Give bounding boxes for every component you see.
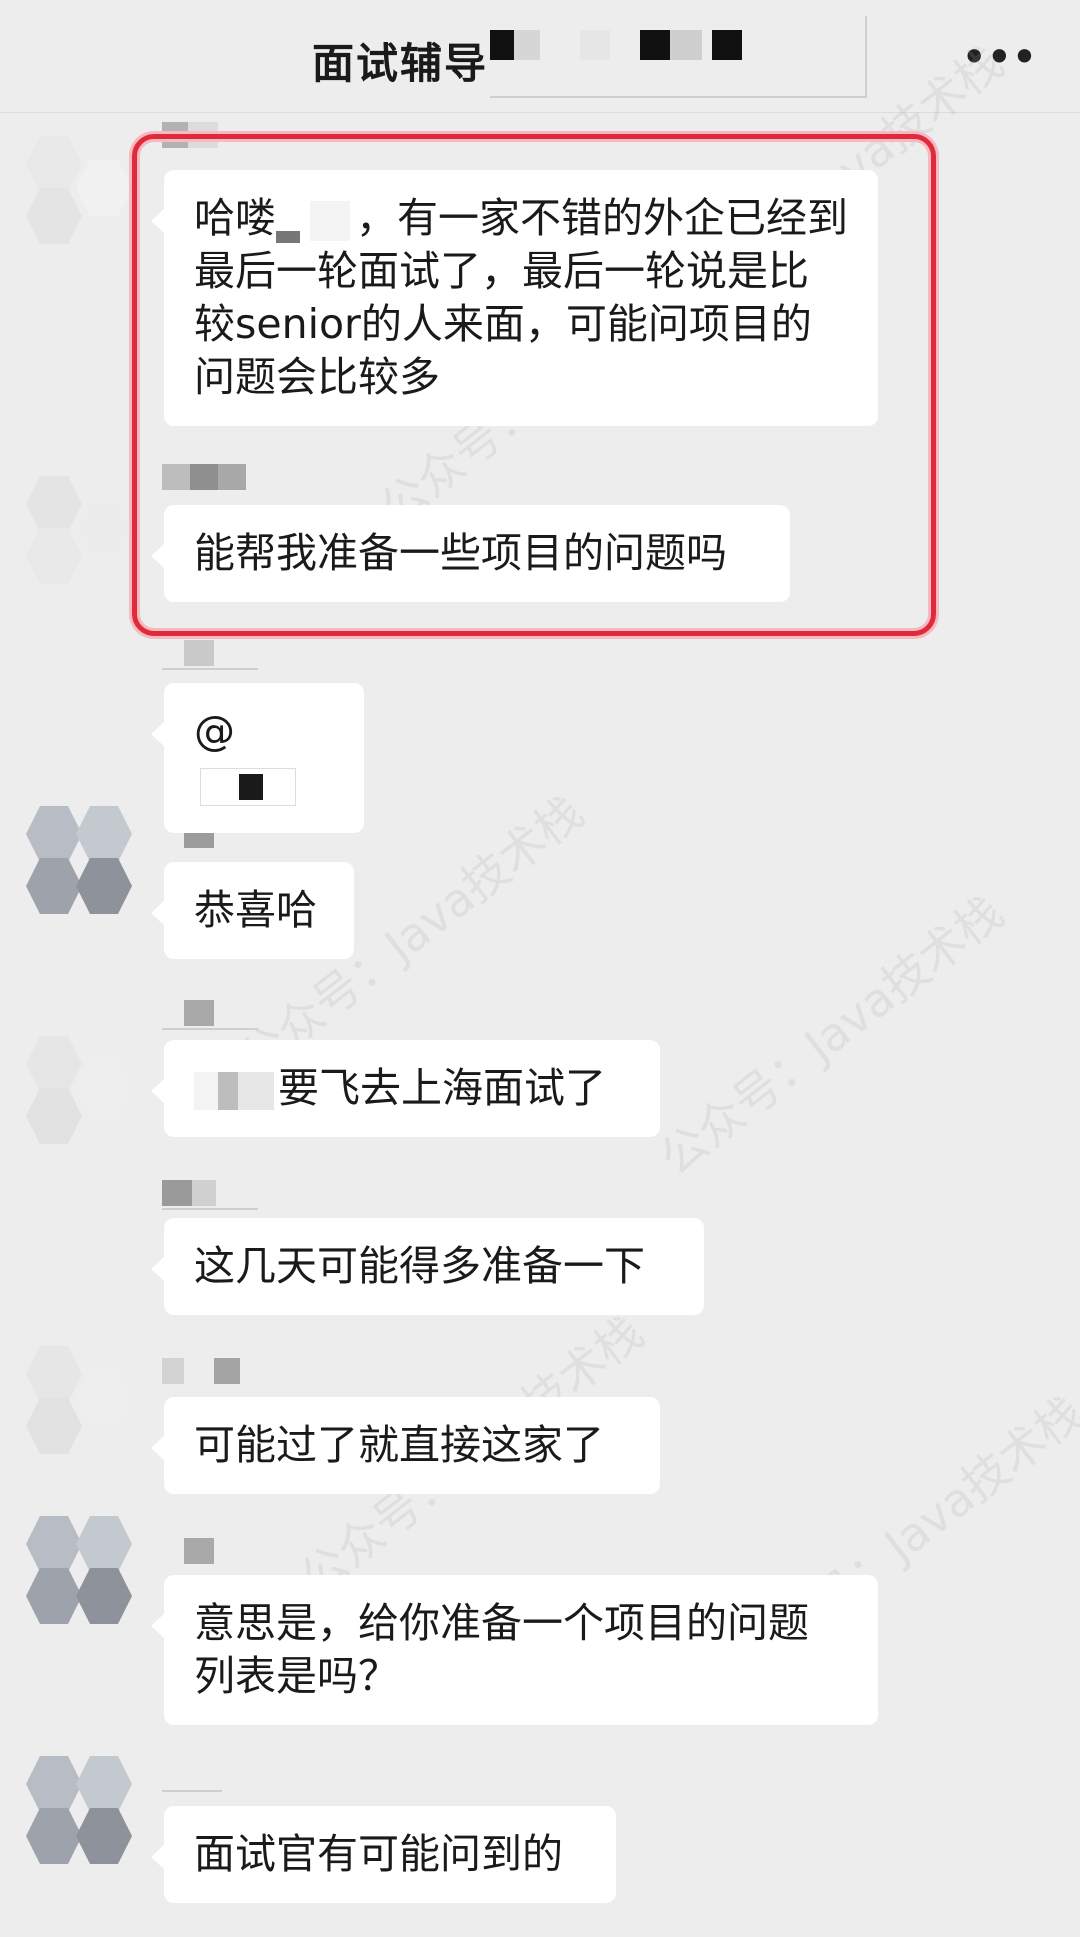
sender-name bbox=[162, 1358, 258, 1384]
sender-name bbox=[162, 640, 258, 670]
message-text: 意思是，给你准备一个项目的问题列表是吗？ bbox=[194, 1599, 809, 1700]
avatar[interactable] bbox=[18, 1750, 138, 1870]
message-bubble[interactable]: 要飞去上海面试了 bbox=[151, 1040, 660, 1137]
message-bubble[interactable]: 这几天可能得多准备一下 bbox=[151, 1218, 704, 1315]
avatar[interactable] bbox=[18, 1340, 138, 1460]
sender-name bbox=[162, 1000, 258, 1030]
message-text: 要飞去上海面试了 bbox=[278, 1064, 606, 1112]
avatar[interactable] bbox=[18, 470, 138, 590]
chat-title: 面试辅导 bbox=[312, 39, 489, 88]
message-text: @ bbox=[194, 707, 235, 755]
avatar[interactable] bbox=[18, 1030, 138, 1150]
redacted-mention bbox=[200, 768, 296, 806]
redacted-title-suffix bbox=[490, 16, 867, 98]
header-divider bbox=[0, 112, 1080, 113]
sender-name bbox=[162, 1762, 222, 1792]
highlight-frame bbox=[132, 134, 936, 636]
message-text: 可能过了就直接这家了 bbox=[194, 1421, 604, 1469]
more-dots-icon[interactable]: ••• bbox=[961, 30, 1038, 84]
message-bubble[interactable]: 恭喜哈 bbox=[151, 862, 354, 959]
avatar[interactable] bbox=[18, 1510, 138, 1630]
sender-name bbox=[162, 1180, 258, 1210]
watermark: 公众号：Java技术栈 bbox=[649, 885, 1014, 1186]
chat-header: 面试辅导 ••• bbox=[0, 0, 1080, 110]
message-bubble[interactable]: 意思是，给你准备一个项目的问题列表是吗？ bbox=[151, 1575, 878, 1725]
avatar[interactable] bbox=[18, 130, 138, 250]
message-bubble[interactable]: @ bbox=[151, 683, 364, 833]
message-text: 面试官有可能问到的 bbox=[194, 1830, 563, 1878]
message-text: 恭喜哈 bbox=[194, 886, 317, 934]
message-text: 这几天可能得多准备一下 bbox=[194, 1242, 645, 1290]
sender-name bbox=[162, 1538, 214, 1564]
avatar[interactable] bbox=[18, 800, 138, 920]
redacted-name bbox=[194, 1072, 274, 1110]
message-bubble[interactable]: 可能过了就直接这家了 bbox=[151, 1397, 660, 1494]
message-bubble[interactable]: 面试官有可能问到的 bbox=[151, 1806, 616, 1903]
